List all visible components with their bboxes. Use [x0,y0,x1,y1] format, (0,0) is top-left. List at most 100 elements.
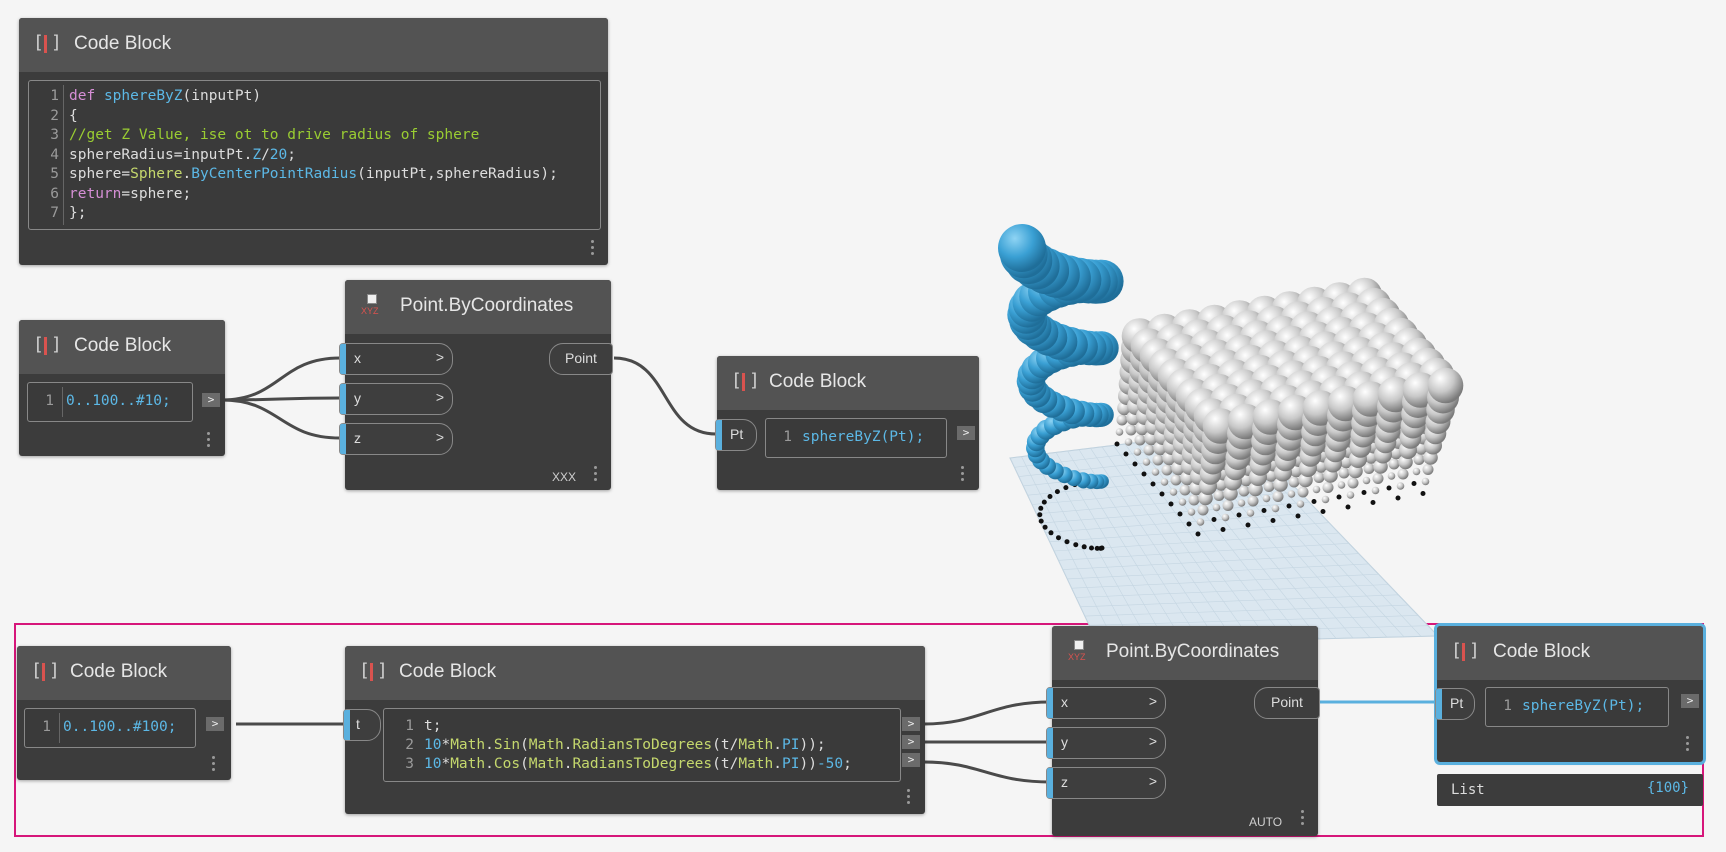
node-title: Code Block [399,661,497,682]
output-port-point[interactable]: Point [549,343,613,375]
code-block-node-sphere-call[interactable]: [] Code Block Pt 1 sphereByZ(Pt); > [715,356,979,490]
output-port-button-3[interactable]: > [902,753,920,767]
code-line: return=sphere; [69,186,192,202]
line-number: 2 [50,108,59,124]
line-number: 3 [405,756,414,772]
input-port-y[interactable]: y > [339,383,453,415]
code-block-icon: [] [31,660,60,681]
line-number: 4 [50,147,59,163]
code-line: 0..100..#10; [66,393,171,409]
node-header[interactable]: XYZ Point.ByCoordinates [1052,626,1318,680]
node-menu-icon[interactable] [961,466,965,484]
input-port-y[interactable]: y > [1046,727,1166,759]
output-port-button[interactable]: > [206,717,224,731]
line-number: 6 [50,186,59,202]
code-line: }; [69,205,87,221]
node-header[interactable]: XYZ Point.ByCoordinates [345,280,611,334]
code-editor[interactable]: 1 0..100..#10; [27,382,193,422]
node-preview-bubble[interactable]: List {100} [1437,774,1703,806]
output-port-button[interactable]: > [957,426,975,440]
code-block-icon: [] [359,660,388,681]
node-header[interactable]: [] Code Block [717,356,979,410]
input-port-pt[interactable]: Pt [715,419,757,451]
node-title: Point.ByCoordinates [1106,641,1280,662]
line-number: 1 [405,718,414,734]
code-block-node-sphere-call-selected[interactable]: [] Code Block Pt 1 sphereByZ(Pt); > [1434,623,1706,765]
code-line: def sphereByZ(inputPt) [69,88,262,104]
code-editor[interactable]: 1 2 3 t; 10*Math.Sin(Math.RadiansToDegre… [383,708,901,782]
code-line: sphere=Sphere.ByCenterPointRadius(inputP… [69,166,558,182]
code-line: t; [424,718,442,734]
line-number: 5 [50,166,59,182]
node-header[interactable]: [] Code Block [17,646,231,700]
code-block-node-range-10[interactable]: [] Code Block 1 0..100..#10; > [19,320,225,456]
node-menu-icon[interactable] [207,432,211,450]
wire-range-to-x [221,356,341,402]
wire-point-to-pt [613,356,717,436]
code-line: 10*Math.Cos(Math.RadiansToDegrees(t/Math… [424,756,852,772]
node-menu-icon[interactable] [907,789,911,807]
lacing-indicator[interactable]: XXX [552,470,576,484]
wire-t-to-x [923,700,1051,726]
output-port-button-1[interactable]: > [902,717,920,731]
point-by-coordinates-node[interactable]: XYZ Point.ByCoordinates x > y > z > Point X… [339,280,613,490]
output-port-point[interactable]: Point [1254,687,1320,719]
node-header[interactable]: [] Code Block [19,18,608,72]
node-menu-icon[interactable] [1301,810,1305,828]
code-line: sphereByZ(Pt); [1522,698,1645,714]
code-comment: //get Z Value, ise ot to drive radius of… [69,127,480,143]
input-port-z[interactable]: z > [1046,767,1166,799]
code-block-icon: [] [33,32,62,53]
node-menu-icon[interactable] [1686,736,1690,754]
lacing-indicator[interactable]: AUTO [1249,815,1282,829]
node-header[interactable]: [] Code Block [19,320,225,374]
node-menu-icon[interactable] [591,240,595,258]
xyz-point-icon: XYZ [361,294,383,320]
wire-cos-to-z [923,760,1051,784]
preview-list-label: List [1451,782,1485,798]
code-editor[interactable]: 1 0..100..#100; [24,708,196,748]
code-block-icon: [] [1451,640,1480,661]
line-number: 3 [50,127,59,143]
input-port-z[interactable]: z > [339,423,453,455]
node-menu-icon[interactable] [212,756,216,774]
node-menu-icon[interactable] [594,466,598,484]
code-block-node-sphere-def[interactable]: [] Code Block 1 2 3 4 5 6 7 def sphereBy… [19,18,608,265]
line-number: 1 [783,429,792,445]
node-title: Code Block [1493,641,1591,662]
code-block-icon: [] [731,370,760,391]
code-block-node-trig[interactable]: [] Code Block t 1 2 3 t; 10*Math.Sin(Mat… [343,646,925,814]
line-number: 1 [50,88,59,104]
line-number: 1 [1503,698,1512,714]
point-by-coordinates-node-bottom[interactable]: XYZ Point.ByCoordinates x > y > z > Point A… [1046,626,1320,836]
code-line: sphereRadius=inputPt.Z/20; [69,147,296,163]
node-title: Code Block [70,661,168,682]
output-port-button[interactable]: > [1681,694,1699,708]
output-port-button[interactable]: > [202,393,220,407]
input-port-pt[interactable]: Pt [1435,688,1475,720]
output-port-button-2[interactable]: > [902,735,920,749]
line-number: 7 [50,205,59,221]
node-header[interactable]: [] Code Block [1437,626,1703,680]
input-port-x[interactable]: x > [1046,687,1166,719]
node-title: Point.ByCoordinates [400,295,574,316]
preview-list-count: {100} [1646,780,1689,796]
line-number: 1 [45,393,54,409]
input-port-t[interactable]: t [343,709,381,741]
code-editor[interactable]: 1 sphereByZ(Pt); [765,418,947,458]
code-editor[interactable]: 1 2 3 4 5 6 7 def sphereByZ(inputPt) { /… [28,80,601,230]
line-number: 1 [42,719,51,735]
node-title: Code Block [769,371,867,392]
code-line: sphereByZ(Pt); [802,429,925,445]
code-block-node-range-100[interactable]: [] Code Block 1 0..100..#100; > [17,646,231,780]
xyz-point-icon: XYZ [1068,640,1090,666]
wire-range-to-z [221,398,341,440]
code-line: 10*Math.Sin(Math.RadiansToDegrees(t/Math… [424,737,826,753]
node-header[interactable]: [] Code Block [345,646,925,700]
code-editor[interactable]: 1 sphereByZ(Pt); [1485,687,1669,727]
node-title: Code Block [74,33,172,54]
input-port-x[interactable]: x > [339,343,453,375]
line-number: 2 [405,737,414,753]
node-title: Code Block [74,335,172,356]
code-block-icon: [] [33,334,62,355]
